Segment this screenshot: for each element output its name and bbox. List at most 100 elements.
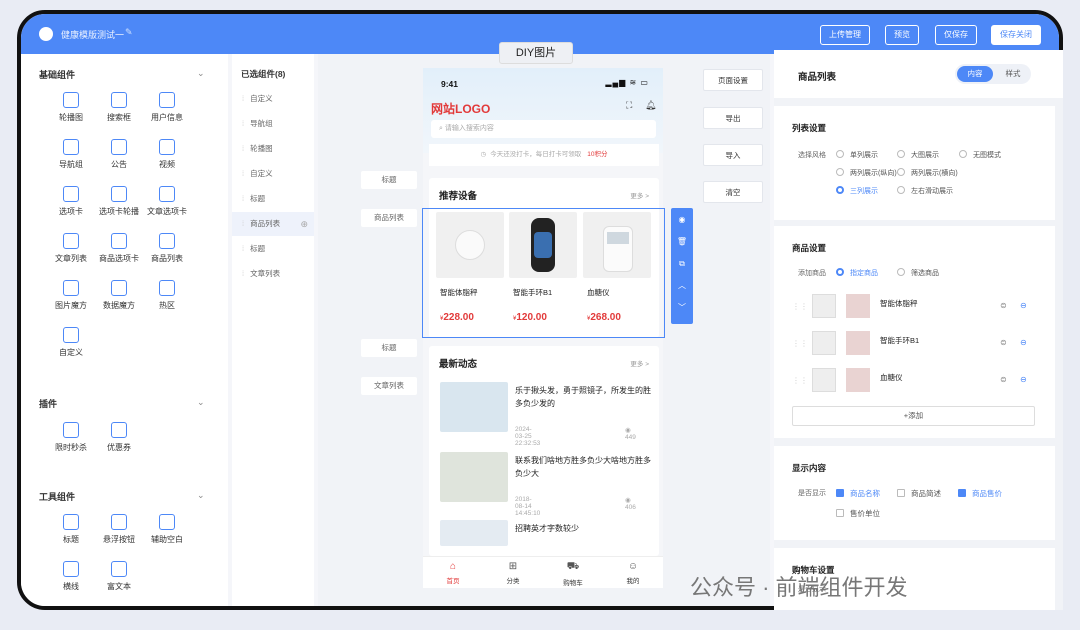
side-tag-goods-list[interactable]: 商品列表 [361, 209, 417, 227]
chevron-down-icon[interactable]: ⌄ [197, 490, 205, 501]
component-label: 视频 [159, 160, 175, 169]
save-close-button[interactable]: 保存关闭 [991, 25, 1041, 45]
drag-handle-icon[interactable]: ⋮⋮ [792, 302, 808, 311]
drag-handle-icon[interactable]: ⁞ [242, 169, 244, 178]
trash-icon[interactable]: 🗑︎ [671, 232, 693, 252]
radio-filter-goods[interactable]: 筛选商品 [897, 268, 939, 278]
selected-component-item[interactable]: ⁞ 标题 [232, 187, 314, 211]
tab-cart[interactable]: ⛟ 购物车 [553, 561, 593, 587]
delete-icon[interactable]: ⊜ [1000, 338, 1007, 347]
checkbox-goods-name[interactable]: 商品名称 [836, 488, 880, 499]
more-icon[interactable]: ⊖ [1020, 338, 1027, 347]
selected-component-item[interactable]: ⁞ 文章列表 [232, 262, 314, 286]
basic-icon [63, 327, 79, 343]
export-button[interactable]: 导出 [703, 107, 763, 129]
tool-component[interactable]: 辅助空白 [137, 514, 197, 545]
move-up-icon[interactable]: ︿ [671, 276, 693, 296]
clear-button[interactable]: 清空 [703, 181, 763, 203]
add-icon[interactable]: ⊕ [300, 212, 308, 236]
tab-content[interactable]: 内容 [957, 66, 993, 82]
chevron-down-icon[interactable]: ⌄ [197, 397, 205, 408]
more-link[interactable]: 更多 > [630, 358, 649, 368]
side-tag-article-list[interactable]: 文章列表 [361, 377, 417, 395]
side-tag-title[interactable]: 标题 [361, 171, 417, 189]
basic-icon [159, 280, 175, 296]
basic-component[interactable]: 商品列表 [137, 233, 197, 264]
bell-icon[interactable]: 🔔︎ [645, 100, 656, 111]
basic-icon [63, 233, 79, 249]
drag-handle-icon[interactable]: ⁞ [242, 219, 244, 228]
basic-component[interactable]: 文章选项卡 [137, 186, 197, 217]
checkbox-goods-price[interactable]: 商品售价 [958, 488, 1002, 499]
component-label: 热区 [159, 301, 175, 310]
preview-button[interactable]: 预览 [885, 25, 919, 45]
selected-component-label: 标题 [250, 194, 266, 203]
selected-component-item[interactable]: ⁞ 自定义 [232, 87, 314, 111]
goods-item[interactable]: ⋮⋮ 智能体脂秤 ⊜ ⊖ [792, 294, 1042, 322]
basic-component[interactable]: 热区 [137, 280, 197, 311]
basic-icon [111, 280, 127, 296]
radio-single-column[interactable]: 单列展示 [836, 150, 878, 160]
drag-handle-icon[interactable]: ⋮⋮ [792, 339, 808, 348]
radio-three-column[interactable]: 三列展示 [836, 186, 878, 196]
drag-handle-icon[interactable]: ⁞ [242, 119, 244, 128]
tab-category[interactable]: ⊞ 分类 [493, 561, 533, 585]
selected-component-item[interactable]: ⁞ 商品列表 ⊕ [232, 212, 314, 236]
copy-icon[interactable]: ⧉ [671, 254, 693, 274]
basic-component[interactable]: 自定义 [41, 327, 101, 358]
tab-style[interactable]: 样式 [997, 66, 1029, 82]
selected-component-item[interactable]: ⁞ 导航组 [232, 112, 314, 136]
delete-icon[interactable]: ⊜ [1000, 301, 1007, 310]
delete-icon[interactable]: ⊜ [1000, 375, 1007, 384]
goods-settings-heading: 商品设置 [792, 243, 827, 253]
side-tag-title[interactable]: 标题 [361, 339, 417, 357]
scan-icon[interactable]: ⛶ [626, 100, 632, 111]
edit-icon[interactable]: ✎ [125, 27, 133, 38]
plugin-component[interactable]: 优惠券 [89, 422, 149, 453]
basic-icon [111, 233, 127, 249]
checkbox-price-unit[interactable]: 售价单位 [836, 508, 880, 519]
import-button[interactable]: 导入 [703, 144, 763, 166]
drag-handle-icon[interactable]: ⋮⋮ [792, 376, 808, 385]
tool-component[interactable]: 富文本 [89, 561, 149, 592]
radio-two-column-vertical[interactable]: 两列展示(纵向) [836, 168, 897, 178]
more-icon[interactable]: ⊖ [1020, 375, 1027, 384]
category-icon: ⊞ [508, 561, 518, 572]
checkbox-goods-brief[interactable]: 商品简述 [897, 488, 941, 499]
tab-home[interactable]: ⌂ 首页 [433, 561, 473, 585]
goods-item[interactable]: ⋮⋮ 血糖仪 ⊜ ⊖ [792, 368, 1042, 396]
tool-icon [63, 561, 79, 577]
radio-horizontal-scroll[interactable]: 左右滑动展示 [897, 186, 953, 196]
basic-component[interactable]: 视频 [137, 139, 197, 170]
more-link[interactable]: 更多 > [630, 190, 649, 200]
basic-component[interactable]: 用户信息 [137, 92, 197, 123]
goods-item[interactable]: ⋮⋮ 智能手环B1 ⊜ ⊖ [792, 331, 1042, 359]
radio-big-image[interactable]: 大图展示 [897, 150, 939, 160]
component-label: 商品列表 [151, 254, 183, 263]
radio-specified-goods[interactable]: 指定商品 [836, 268, 878, 278]
radio-two-column-horizontal[interactable]: 两列展示(横向) [897, 168, 958, 178]
drag-handle-icon[interactable]: ⁞ [242, 144, 244, 153]
save-only-button[interactable]: 仅保存 [935, 25, 977, 45]
move-down-icon[interactable]: ﹀ [671, 298, 693, 318]
eye-icon[interactable]: ◉ [671, 210, 693, 230]
chevron-down-icon[interactable]: ⌄ [197, 68, 205, 79]
radio-no-image[interactable]: 无图模式 [959, 150, 1001, 160]
search-input[interactable]: ⌕ 请输入搜索内容 [431, 120, 656, 138]
tab-mine[interactable]: ☺ 我的 [613, 561, 653, 585]
tab-label: 首页 [446, 578, 460, 585]
upload-manage-button[interactable]: 上传管理 [820, 25, 870, 45]
page-settings-button[interactable]: 页面设置 [703, 69, 763, 91]
selected-component-item[interactable]: ⁞ 标题 [232, 237, 314, 261]
drag-handle-icon[interactable]: ⁞ [242, 244, 244, 253]
drag-handle-icon[interactable]: ⁞ [242, 269, 244, 278]
selected-component-item[interactable]: ⁞ 轮播图 [232, 137, 314, 161]
add-goods-button[interactable]: +添加 [792, 406, 1035, 426]
drag-handle-icon[interactable]: ⁞ [242, 194, 244, 203]
drag-handle-icon[interactable]: ⁞ [242, 94, 244, 103]
selected-component-outline[interactable] [422, 208, 665, 338]
more-icon[interactable]: ⊖ [1020, 301, 1027, 310]
tool-icon [63, 514, 79, 530]
selected-component-item[interactable]: ⁞ 自定义 [232, 162, 314, 186]
checkin-notice[interactable]: ◷ 今天还没打卡，每日打卡可领取 10积分 [429, 144, 659, 166]
